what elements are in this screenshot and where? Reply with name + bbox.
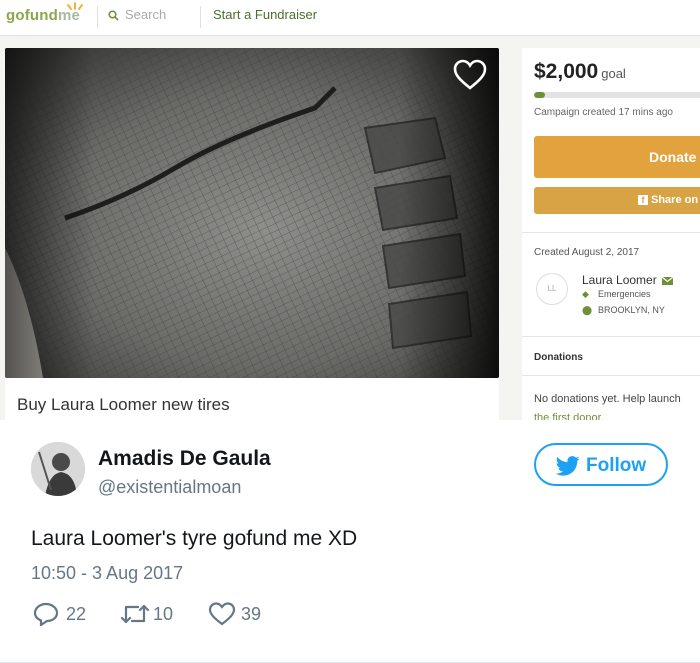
tweet-author-handle[interactable]: @existentialmoan [98,477,241,498]
mail-icon[interactable] [662,276,674,285]
reply-count: 22 [66,604,87,624]
campaign-photo[interactable] [5,48,499,378]
location-pin-icon: ⬤ [582,305,593,315]
reply-icon [33,602,59,626]
campaign-title-bar: Buy Laura Loomer new tires [5,378,499,420]
divider [522,375,700,376]
gofundme-page: gofundme Search Start a Fundraiser Buy L… [0,0,700,420]
campaign-sidebar: $2,000 goal Campaign created 17 mins ago … [522,48,700,420]
organizer-name[interactable]: Laura Loomer [582,273,674,287]
share-facebook-button[interactable]: f Share on [534,187,700,214]
like-heart-icon [208,602,236,626]
progress-fill [534,92,545,98]
goal-amount: $2,000 goal [534,60,626,83]
header-divider [97,6,98,28]
organizer-location: ⬤ BROOKLYN, NY [582,305,665,315]
twitter-bird-icon [556,456,580,476]
facebook-icon: f [638,195,648,205]
campaign-title: Buy Laura Loomer new tires [17,395,230,414]
divider [522,232,700,233]
profile-avatar[interactable] [31,442,85,496]
donations-heading: Donations [534,352,583,363]
created-date: Created August 2, 2017 [534,247,640,258]
first-donor-link[interactable]: the first donor. [534,409,681,420]
organizer-avatar: LL [536,273,568,305]
search-input[interactable]: Search [108,7,166,22]
header-divider [200,6,201,28]
retweet-count: 10 [153,604,174,624]
tweet-timestamp[interactable]: 10:50 - 3 Aug 2017 [31,563,183,584]
progress-bar [534,92,700,98]
follow-button[interactable]: Follow [534,443,668,486]
tweet-card: Amadis De Gaula @existentialmoan Follow … [0,420,700,663]
start-fundraiser-link[interactable]: Start a Fundraiser [213,7,317,22]
sun-rays-icon [67,2,83,10]
donate-button[interactable]: Donate [534,136,700,178]
created-ago: Campaign created 17 mins ago [534,107,673,118]
tweet-author-name[interactable]: Amadis De Gaula [98,447,271,471]
heart-icon[interactable] [452,59,488,91]
tweet-text: Laura Loomer's tyre gofund me XD [31,527,358,550]
tag-icon: ◆ [582,289,589,299]
divider [522,336,700,337]
organizer-category: ◆ Emergencies [582,289,651,299]
like-count: 39 [241,604,262,624]
gofundme-header: gofundme Search Start a Fundraiser [0,0,700,36]
retweet-icon [120,604,150,624]
donations-empty-message: No donations yet. Help launch the first … [534,390,681,420]
search-icon [108,10,119,21]
